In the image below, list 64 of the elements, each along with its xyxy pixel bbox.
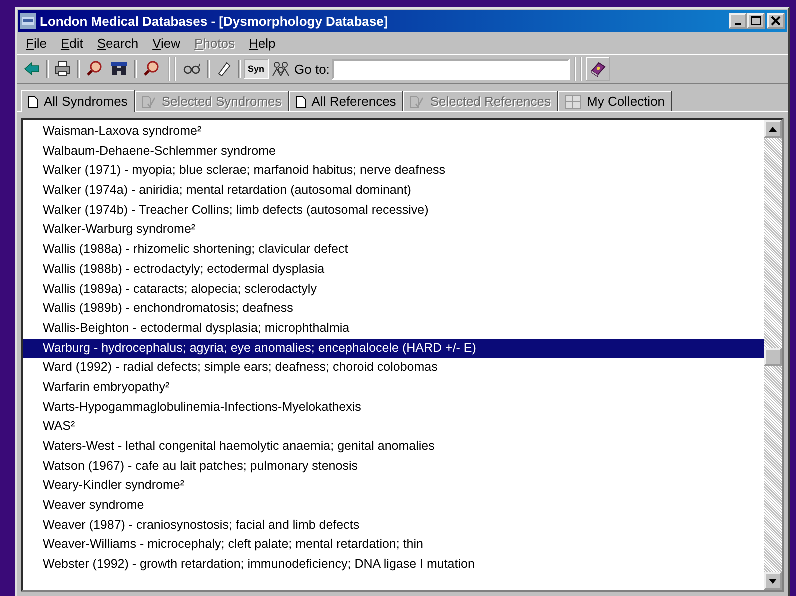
tab[interactable]: All References [288, 91, 404, 111]
maximize-button[interactable] [747, 13, 765, 29]
syndrome-item[interactable]: Walbaum-Dehaene-Schlemmer syndrome [23, 142, 764, 162]
book-icon [590, 61, 606, 77]
page-check-icon [142, 96, 156, 108]
toolbar-grip[interactable] [574, 57, 582, 81]
book-button[interactable] [586, 57, 610, 81]
syndrome-item[interactable]: Wallis (1988a) - rhizomelic shortening; clavicular defect [23, 240, 764, 260]
syndrome-item[interactable]: Walker (1974b) - Treacher Collins; limb defects (autosomal recessive) [23, 200, 764, 220]
minimize-icon [735, 23, 741, 25]
syndrome-item[interactable]: Waisman-Laxova syndrome² [23, 122, 764, 142]
syndrome-item[interactable]: Wallis (1989a) - cataracts; alopecia; sclerodactyly [23, 280, 764, 300]
syndrome-item[interactable]: Wallis-Beighton - ectodermal dysplasia; microphthalmia [23, 318, 764, 339]
scroll-up-button[interactable] [764, 120, 782, 138]
syndrome-item[interactable]: Walker (1974a) - aniridia; mental retardation (autosomal dominant) [23, 181, 764, 201]
down-arrow-icon [769, 578, 777, 584]
syndrome-item[interactable]: Weaver-Williams - microcephaly; cleft palate; mental retardation; thin [23, 535, 764, 556]
people-icon [272, 61, 290, 77]
menu-item[interactable]: Help [242, 36, 283, 51]
syn-button[interactable]: Syn [244, 59, 269, 79]
search-icon [86, 60, 104, 78]
eraser-icon [216, 61, 232, 77]
window-title: London Medical Databases - [Dysmorphology Database] [40, 14, 390, 28]
vertical-scrollbar[interactable] [764, 120, 782, 590]
menu-item[interactable]: View [146, 36, 188, 51]
up-arrow-icon [769, 126, 777, 132]
syndrome-item[interactable]: Warts-Hypogammaglobulinemia-Infections-Myelokathexis [23, 398, 764, 418]
toolbar-grip[interactable] [168, 57, 176, 81]
goto-label: Go to: [294, 62, 330, 76]
syndrome-item[interactable]: Weary-Kindler syndrome² [23, 476, 764, 496]
minimize-button[interactable] [729, 13, 747, 29]
tab[interactable]: All Syndromes [21, 90, 135, 112]
syndrome-item[interactable]: Waters-West - lethal congenital haemolytic anaemia; genital anomalies [23, 437, 764, 457]
syndrome-item[interactable]: Warburg - hydrocephalus; agyria; eye anomalies; encephalocele (HARD +/- E) [23, 338, 764, 358]
scroll-thumb[interactable] [764, 348, 782, 366]
syndrome-item[interactable]: Weaver (1987) - craniosynostosis; facial and limb defects [23, 516, 764, 536]
printer-icon [55, 61, 71, 77]
close-icon [771, 16, 781, 26]
menu-item[interactable]: File [19, 36, 54, 51]
back-arrow-icon [24, 62, 40, 76]
search-icon [143, 60, 161, 78]
goto-field[interactable] [332, 58, 570, 80]
tab[interactable]: My Collection [558, 91, 672, 111]
close-button[interactable] [767, 13, 785, 29]
glasses-icon [183, 63, 201, 75]
syndrome-item[interactable]: Watson (1967) - cafe au lait patches; pulmonary stenosis [23, 456, 764, 476]
syndrome-item[interactable]: Walker (1971) - myopia; blue sclerae; marfanoid habitus; nerve deafness [23, 161, 764, 182]
menu-item[interactable]: Search [90, 36, 146, 51]
scroll-down-button[interactable] [764, 572, 782, 590]
syndrome-item[interactable]: Warfarin embryopathy² [23, 378, 764, 398]
syndrome-item[interactable]: Wallis (1989b) - enchondromatosis; deafness [23, 299, 764, 319]
maximize-icon [751, 16, 761, 26]
syndrome-item[interactable]: Webster (1992) - growth retardation; immunodeficiency; DNA ligase I mutation [23, 555, 764, 575]
syndrome-item[interactable]: Walker-Warburg syndrome² [23, 220, 764, 240]
syndrome-item[interactable]: Wallis (1988b) - ectrodactyly; ectodermal dysplasia [23, 260, 764, 280]
grid-icon [565, 94, 581, 108]
syndrome-item[interactable]: Ward (1992) - radial defects; simple ears; deafness; choroid colobomas [23, 358, 764, 378]
page-icon [28, 96, 38, 108]
page-check-icon [410, 96, 424, 108]
page-icon [296, 96, 306, 108]
syndrome-item[interactable]: Weaver syndrome [23, 496, 764, 516]
menu-item[interactable]: Edit [54, 36, 90, 51]
app-icon [20, 13, 36, 29]
syndrome-item[interactable]: WAS² [23, 417, 764, 437]
